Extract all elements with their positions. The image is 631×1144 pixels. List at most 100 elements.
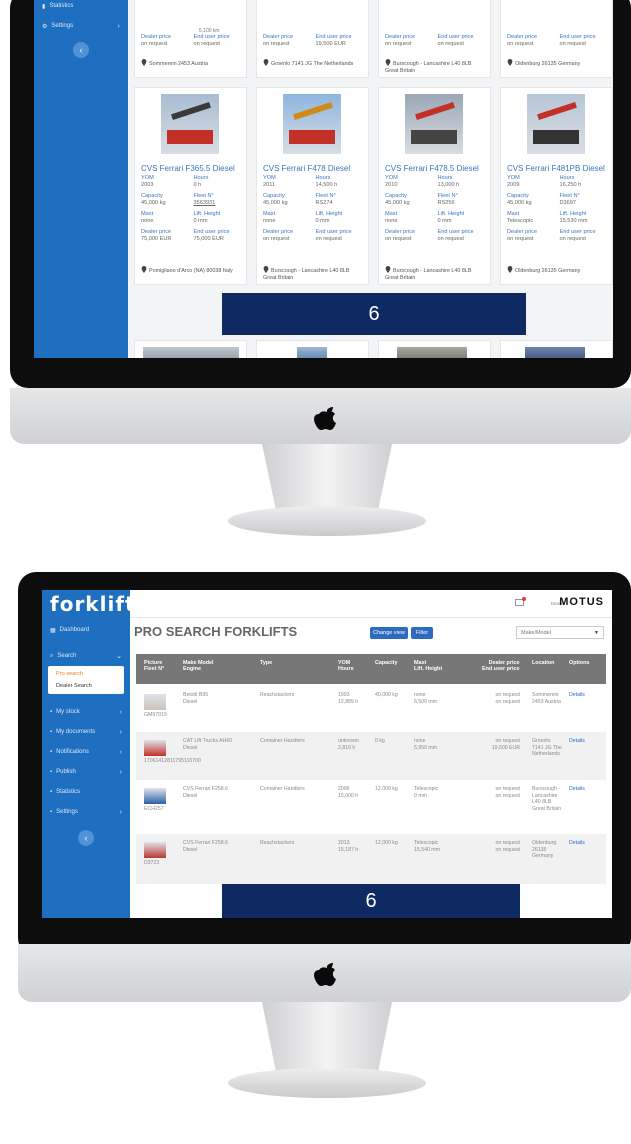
chevron-right-icon: ›	[119, 748, 122, 756]
listing-photo[interactable]	[161, 94, 219, 154]
listing-card-partial[interactable]: Dealer price End user price on request on r…	[134, 0, 247, 78]
sidebar-item-my-documents[interactable]: ▪ My documents ›	[42, 722, 130, 742]
yom-label: YOM	[385, 175, 398, 181]
dealer-price-label: Dealer price	[507, 34, 538, 40]
listing-photo[interactable]	[283, 94, 341, 154]
listing-title[interactable]: CVS Ferrari F365.5 Diesel	[141, 164, 235, 173]
filter-button[interactable]: Filter	[411, 627, 433, 639]
table-row[interactable]: 17061412811795110700 CAT Lift Trucks AH60…	[136, 732, 606, 780]
sidebar-item-publish[interactable]: ▪ Publish ›	[42, 762, 130, 782]
submenu-pro-search[interactable]: Pro search	[48, 668, 124, 680]
capacity: 12,000 kg	[375, 840, 398, 846]
col-type: Type	[260, 660, 273, 666]
listing-title[interactable]: CVS Ferrari F478.5 Diesel	[385, 164, 479, 173]
search-submenu: Pro search Dealer Search	[48, 666, 124, 694]
end-user-price-label: End user price	[193, 34, 230, 40]
col-capacity: Capacity	[375, 660, 398, 666]
listing-card-peek[interactable]	[500, 340, 613, 358]
spec-grid: YOM Hours 2010 13,000 h Capacity Fleet N° 45,0…	[385, 175, 486, 242]
col-end-user-price: End user price	[482, 666, 520, 672]
dealer-price-label: Dealer price	[385, 34, 416, 40]
bottom-imac-foot	[228, 1068, 426, 1098]
details-link[interactable]: Details	[569, 738, 585, 745]
bottom-screen: forklift ▦ Dashboard ⌕ Search ⌄ Pro sear…	[42, 590, 612, 918]
table-row[interactable]: D3723 CVS Ferrari F258.6 Diesel Reachstacke…	[136, 834, 606, 884]
table-row[interactable]: ECH257 CVS Ferrari F258.6 Diesel Container …	[136, 780, 606, 834]
listing-title[interactable]: CVS Ferrari F478 Diesel	[263, 164, 350, 173]
location-text: Burscough - Lancashire L40 8LB Great Bri…	[263, 268, 350, 281]
row-thumbnail[interactable]	[144, 740, 166, 756]
listing-title[interactable]: CVS Ferrari F481PB Diesel	[507, 164, 605, 173]
engine: Diesel	[183, 744, 198, 751]
lift-height: 6,500 mm	[414, 698, 438, 705]
sidebar-item-statistics[interactable]: ▮ Statistics	[34, 0, 128, 16]
listing-card-peek[interactable]	[378, 340, 491, 358]
type: Reachstackers	[260, 692, 295, 698]
col-fleet: Fleet N°	[144, 666, 165, 672]
end-user-price: 19,500 EUR	[491, 744, 520, 751]
listing-photo[interactable]	[527, 94, 585, 154]
row-thumbnail[interactable]	[144, 842, 166, 858]
listing-card[interactable]: CVS Ferrari F478.5 Diesel YOM Hours 2010 13,…	[378, 87, 491, 285]
dealer-price-label: Dealer price	[141, 34, 172, 40]
details-link[interactable]: Details	[569, 840, 585, 847]
listing-card[interactable]: CVS Ferrari F365.5 Diesel YOM Hours 2003 0 h…	[134, 87, 247, 285]
overlay-number-banner: 6	[222, 293, 526, 335]
sidebar-item-notifications[interactable]: ▪ Notifications ›	[42, 742, 130, 762]
dealer-label: Dealer price	[385, 229, 416, 235]
end: on request	[315, 236, 342, 242]
sidebar-collapse-button[interactable]: ‹	[78, 830, 94, 846]
dealer-price-value: on request	[263, 41, 290, 47]
location: Pomigliano d'Arco (NA) 80038 Italy	[141, 266, 242, 275]
end-label: End user price	[193, 229, 230, 235]
photo-vehicle	[411, 130, 457, 144]
listing-card[interactable]: CVS Ferrari F481PB Diesel YOM Hours 2009 16,…	[500, 87, 613, 285]
sidebar-item-settings[interactable]: ▪ Settings ›	[42, 802, 130, 822]
listing-card-peek[interactable]	[256, 340, 369, 358]
sidebar-item-statistics[interactable]: ▪ Statistics	[42, 782, 130, 802]
listing-card[interactable]: CVS Ferrari F478 Diesel YOM Hours 2011 14,50…	[256, 87, 369, 285]
yom: 2010	[385, 182, 398, 188]
spec-grid: YOM Hours 2003 0 h Capacity Fleet N° 45,000 kg…	[141, 175, 242, 242]
yom: unknown	[338, 738, 359, 744]
listing-card-partial[interactable]: Dealer price End user price on request on r…	[378, 0, 491, 78]
sidebar-item-dashboard[interactable]: ▦ Dashboard	[42, 620, 130, 640]
price-grid: Dealer price End user price on request on r…	[141, 34, 242, 47]
chevron-right-icon: ›	[119, 768, 122, 776]
details-link[interactable]: Details	[569, 786, 585, 793]
change-view-button[interactable]: Change view	[370, 627, 408, 639]
bell-icon: ▪	[50, 749, 53, 755]
location-pin-icon	[263, 266, 269, 273]
table-row[interactable]: GM97019 Belotti B95 Diesel Reachstackers 199…	[136, 686, 606, 732]
sidebar-item-settings[interactable]: ⚙ Settings ›	[34, 16, 128, 36]
submenu-dealer-search[interactable]: Dealer Search	[48, 680, 124, 692]
sidebar-collapse-button[interactable]: ‹	[73, 42, 89, 58]
listing-card-partial[interactable]: Dealer price End user price on request on r…	[500, 0, 613, 78]
publish-icon: ▪	[50, 769, 53, 775]
capacity: 45,000 kg	[141, 200, 166, 206]
row-thumbnail[interactable]	[144, 788, 166, 804]
location: Burscough - Lancashire L40 8LB Great Bri…	[385, 266, 486, 282]
location-text: Burscough - Lancashire L40 8LB Great Bri…	[385, 61, 472, 74]
table-header: Picture Fleet N° Make Model Engine Type YO…	[136, 654, 606, 684]
row-thumbnail[interactable]	[144, 694, 166, 710]
location: Burscough - Lancashire L40 8LB Great Bri…	[263, 266, 364, 282]
sidebar-item-search[interactable]: ⌕ Search ⌄	[42, 646, 130, 666]
end-user-price-value: 19,500 EUR	[315, 41, 346, 47]
listing-photo[interactable]	[405, 94, 463, 154]
yom: 2009	[507, 182, 520, 188]
location: Burscough - Lancashire L40 8LB Great Bri…	[385, 59, 486, 75]
sort-select[interactable]: Make/Model ▼	[516, 626, 604, 639]
caret-down-icon: ▼	[594, 630, 599, 636]
hours: 16,250 h	[559, 182, 582, 188]
sidebar-item-my-stock[interactable]: ▪ My stock ›	[42, 702, 130, 722]
dealer: on request	[385, 236, 412, 242]
gear-icon: ▪	[50, 809, 53, 815]
location-text: Oldenburg 26135 Germany	[515, 268, 581, 274]
listing-card-partial[interactable]: Dealer price End user price on request 19,5…	[256, 0, 369, 78]
details-link[interactable]: Details	[569, 692, 585, 699]
hours-label: Hours	[315, 175, 331, 181]
capacity-label: Capacity	[263, 193, 285, 199]
lift: 0 mm	[437, 218, 452, 224]
listing-card-peek[interactable]	[134, 340, 247, 358]
